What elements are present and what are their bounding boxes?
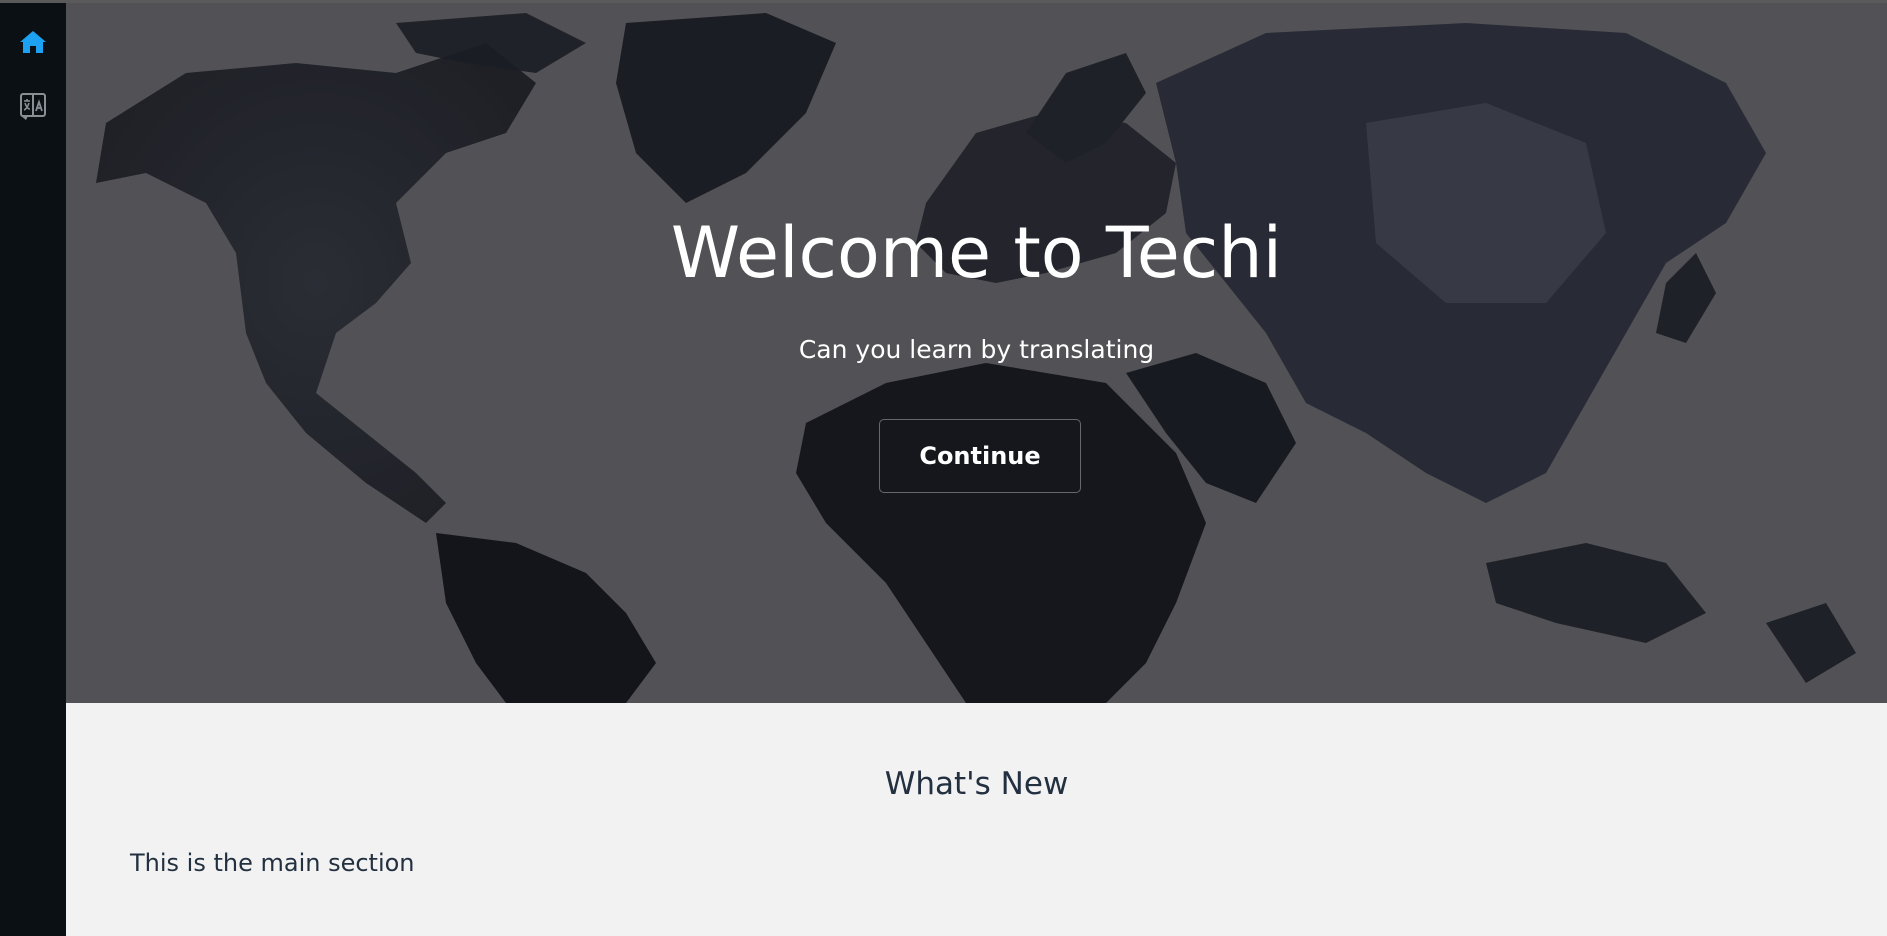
hero-content: Welcome to Techi Can you learn by transl… bbox=[66, 3, 1887, 703]
sidebar bbox=[0, 0, 66, 936]
continue-button[interactable]: Continue bbox=[879, 419, 1081, 493]
main-section: What's New This is the main section bbox=[66, 703, 1887, 936]
sidebar-item-home[interactable] bbox=[0, 16, 66, 72]
translate-icon bbox=[19, 91, 47, 125]
hero-subtitle: Can you learn by translating bbox=[798, 335, 1155, 364]
whats-new-heading: What's New bbox=[884, 766, 1069, 802]
hero-banner: Welcome to Techi Can you learn by transl… bbox=[66, 3, 1887, 703]
main-section-text: This is the main section bbox=[130, 849, 415, 877]
window-top-border bbox=[0, 0, 1887, 3]
hero-title: Welcome to Techi bbox=[670, 212, 1283, 294]
home-icon bbox=[19, 29, 47, 59]
sidebar-item-translate[interactable] bbox=[0, 80, 66, 136]
